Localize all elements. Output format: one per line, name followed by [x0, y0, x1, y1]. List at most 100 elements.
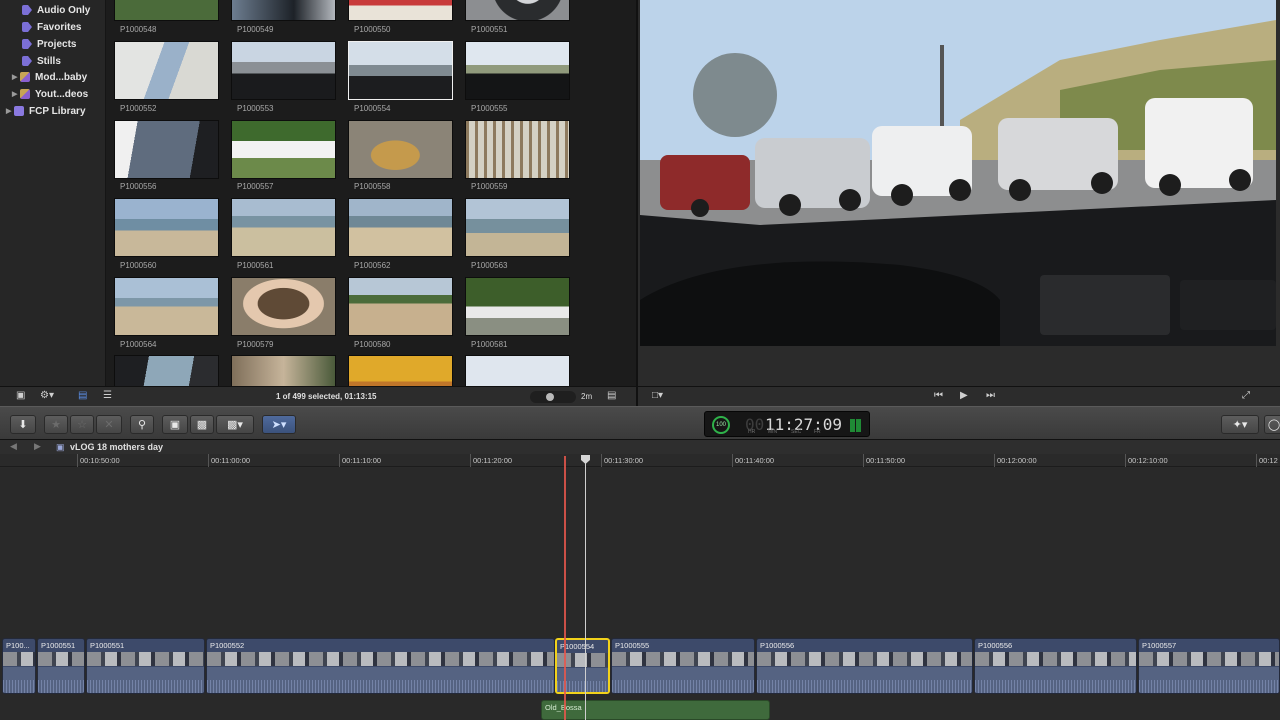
disclosure-triangle-icon[interactable]: ▶ [12, 73, 20, 81]
insert-clip-button[interactable]: ▩ [190, 415, 214, 434]
ruler-tick [1256, 454, 1257, 467]
sidebar-item-fcp-library[interactable]: ▶ FCP Library [6, 103, 86, 119]
keyword-collection-icon [22, 5, 32, 15]
clip-name: P1000579 [237, 340, 274, 349]
clip-label: P100... [6, 641, 30, 650]
previous-edit-icon[interactable]: ⏮ [934, 390, 943, 401]
enhancements-button[interactable]: ✦▾ [1221, 415, 1259, 434]
sidebar-item-label: Projects [37, 38, 77, 50]
forward-arrow-icon[interactable]: ▶ [34, 441, 41, 452]
clip-thumbnail[interactable] [231, 277, 336, 336]
disclosure-triangle-icon[interactable]: ▶ [6, 107, 14, 115]
key-icon: ⚲ [137, 419, 147, 431]
reject-button[interactable]: ✕ [96, 415, 122, 434]
timeline-clip[interactable]: P1000551 [37, 638, 85, 694]
clip-audio-waveform [87, 667, 204, 693]
append-clip-button[interactable]: ▩▾ [216, 415, 254, 434]
ruler-label: 00:11:20:00 [473, 456, 513, 465]
next-edit-icon[interactable]: ⏭ [986, 390, 995, 401]
sidebar-item-label: FCP Library [29, 105, 86, 117]
keyword-collection-icon [22, 39, 32, 49]
clip-thumbnail[interactable] [465, 120, 570, 179]
clip-audio-waveform [207, 667, 554, 693]
clip-thumbnail[interactable] [465, 41, 570, 100]
timeline-clip[interactable]: P100... [2, 638, 36, 694]
clip-thumbnail[interactable] [114, 277, 219, 336]
sidebar-item-audio-only[interactable]: Audio Only [22, 2, 90, 18]
clip-appearance-icon[interactable]: ▤ [607, 390, 616, 401]
sidebar-item-projects[interactable]: Projects [22, 36, 76, 52]
clip-thumbnail[interactable] [114, 355, 219, 386]
clip-thumbnail[interactable] [231, 41, 336, 100]
clip-thumbnail[interactable] [465, 0, 570, 21]
sidebar-item-event-youtube-videos[interactable]: ▶ Yout...deos [12, 86, 88, 102]
clip-name: P1000581 [471, 340, 508, 349]
slider-knob[interactable] [546, 393, 554, 401]
clip-audio-waveform [3, 667, 35, 693]
import-button[interactable]: ⬇ [10, 415, 36, 434]
back-arrow-icon[interactable]: ◀ [10, 441, 17, 452]
clip-thumbnail[interactable] [231, 355, 336, 386]
clip-thumbnail[interactable] [231, 120, 336, 179]
timecode-unit: HR [748, 429, 756, 435]
timeline-clip[interactable]: P1000551 [86, 638, 205, 694]
clip-thumbnail[interactable] [465, 198, 570, 257]
append-icon: ▩▾ [227, 419, 243, 431]
list-view-icon[interactable]: ☰ [103, 390, 112, 401]
timeline-ruler[interactable]: 00:10:50:00 00:11:00:00 00:11:10:00 00:1… [0, 454, 1280, 467]
connect-icon: ▣ [169, 419, 181, 431]
play-icon[interactable]: ▶ [960, 390, 968, 401]
music-clip[interactable]: Old_Bossa [541, 700, 770, 720]
library-toggle-icon[interactable]: ▣ [16, 390, 25, 401]
timeline-clip[interactable]: P1000556 [756, 638, 973, 694]
gear-icon[interactable]: ⚙▾ [40, 390, 54, 401]
fullscreen-icon[interactable]: ⤢ [1242, 390, 1250, 401]
filmstrip-view-icon[interactable]: ▤ [78, 390, 87, 401]
clip-thumbnail[interactable] [348, 120, 453, 179]
clip-label: P1000555 [615, 641, 650, 650]
sidebar-item-stills[interactable]: Stills [22, 53, 61, 69]
sidebar-item-label: Stills [37, 55, 61, 67]
ruler-label: 00:11:40:00 [735, 456, 775, 465]
ruler-tick [470, 454, 471, 467]
timeline-clip[interactable]: P1000556 [974, 638, 1137, 694]
clip-thumbnail[interactable] [348, 277, 453, 336]
clip-thumbnail[interactable] [348, 198, 453, 257]
clip-thumbnail[interactable] [465, 277, 570, 336]
disclosure-triangle-icon[interactable]: ▶ [12, 90, 20, 98]
audio-level-meter [850, 419, 862, 432]
clip-thumbnail-selected[interactable] [348, 41, 453, 100]
clip-name: P1000550 [354, 25, 391, 34]
timeline-clip[interactable]: P1000557 [1138, 638, 1280, 694]
clip-thumbnail[interactable] [348, 0, 453, 21]
retime-button[interactable]: ◯ [1264, 415, 1280, 434]
timeline-clip[interactable]: P1000552 [206, 638, 555, 694]
clip-thumbnail[interactable] [348, 355, 453, 386]
favorite-button[interactable]: ★ [44, 415, 68, 434]
clip-thumbnail[interactable] [465, 355, 570, 386]
select-tool-button[interactable]: ➤▾ [262, 415, 296, 434]
playhead-line[interactable] [585, 456, 586, 720]
connect-clip-button[interactable]: ▣ [162, 415, 188, 434]
sidebar-item-favorites[interactable]: Favorites [22, 19, 81, 35]
clip-thumbnail[interactable] [231, 0, 336, 21]
clip-zoom-slider[interactable] [530, 391, 576, 403]
keyword-button[interactable]: ⚲ [130, 415, 154, 434]
timeline-clip[interactable]: P1000555 [611, 638, 755, 694]
clip-thumbnail[interactable] [114, 0, 219, 21]
transform-icon[interactable]: □▾ [652, 390, 663, 401]
sidebar-item-event-mod-baby[interactable]: ▶ Mod...baby [12, 69, 87, 85]
unrate-button[interactable]: ☆ [70, 415, 94, 434]
clip-filmstrip [87, 652, 204, 666]
clip-thumbnail[interactable] [114, 41, 219, 100]
libraries-sidebar: Audio Only Favorites Projects Stills ▶ M… [0, 0, 106, 386]
magic-wand-icon: ✦▾ [1232, 419, 1248, 431]
clip-thumbnail[interactable] [114, 198, 219, 257]
clip-thumbnail[interactable] [231, 198, 336, 257]
clip-label: P1000556 [760, 641, 795, 650]
browser-status-bar: ▣ ⚙▾ ▤ ☰ 1 of 499 selected, 01:13:15 2m … [0, 386, 636, 406]
selection-status: 1 of 499 selected, 01:13:15 [276, 392, 377, 401]
ruler-label: 00:12 [1259, 456, 1278, 465]
clip-thumbnail[interactable] [114, 120, 219, 179]
clip-name: P1000557 [237, 182, 274, 191]
